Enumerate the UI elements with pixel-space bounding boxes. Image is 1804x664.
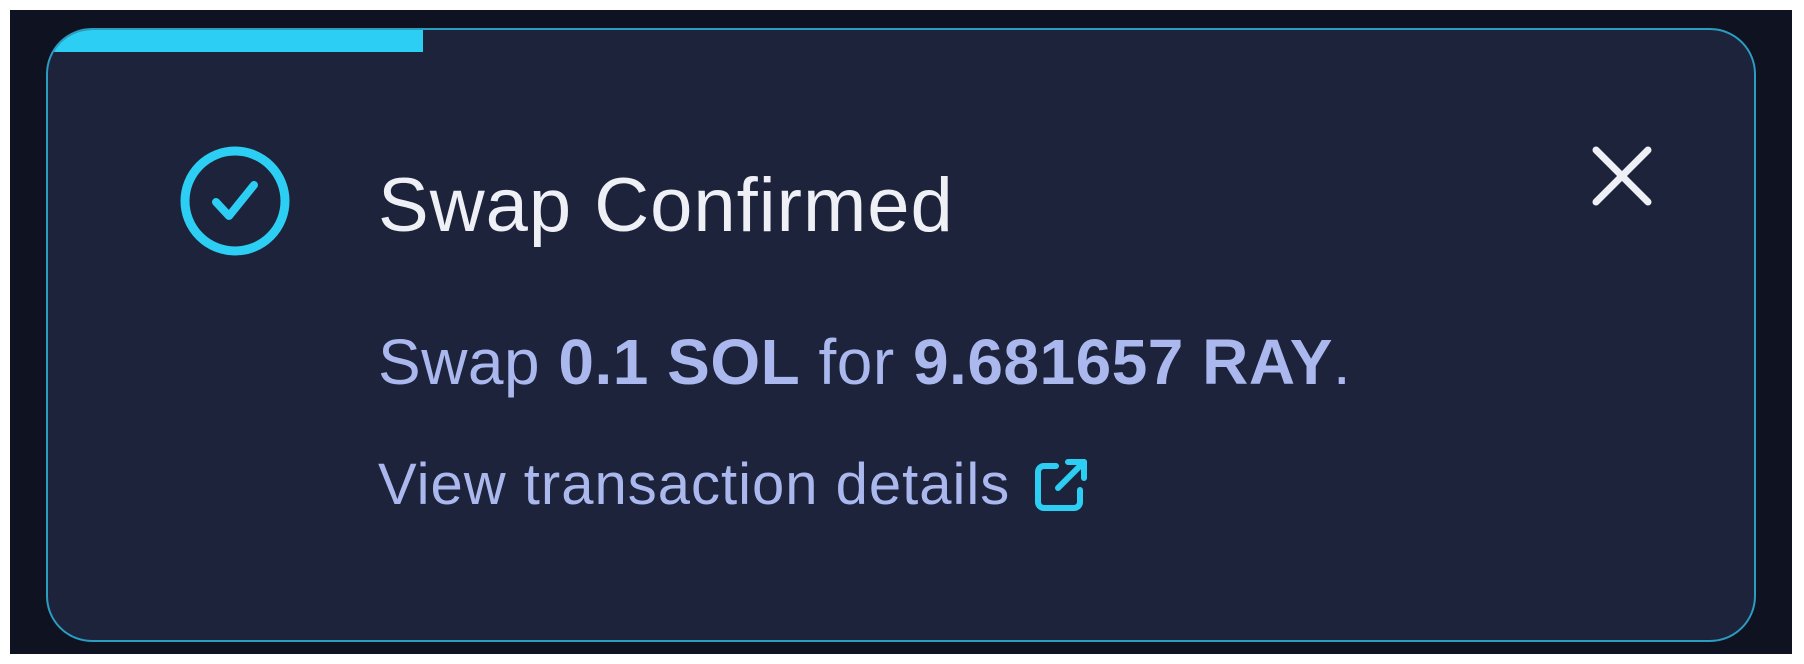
close-icon — [1592, 146, 1652, 206]
screen-frame: Swap Confirmed Swap 0.1 SOL for 9.681657… — [10, 10, 1792, 654]
close-button[interactable] — [1582, 136, 1662, 216]
dismiss-progress-bar — [48, 30, 424, 52]
check-circle-icon — [172, 138, 298, 264]
details-link-label: View transaction details — [378, 452, 1011, 517]
from-amount: 0.1 SOL — [558, 326, 801, 398]
external-link-icon — [1030, 454, 1092, 516]
swap-confirmed-toast: Swap Confirmed Swap 0.1 SOL for 9.681657… — [46, 28, 1756, 642]
view-transaction-details-link[interactable]: View transaction details — [378, 454, 1092, 516]
toast-title: Swap Confirmed — [378, 163, 954, 248]
dismiss-progress-track — [48, 30, 1754, 52]
summary-suffix: . — [1332, 326, 1352, 398]
summary-connector: for — [800, 326, 913, 398]
to-amount: 9.681657 RAY — [912, 326, 1333, 398]
summary-prefix: Swap — [378, 326, 559, 398]
swap-summary: Swap 0.1 SOL for 9.681657 RAY. — [378, 330, 1351, 394]
